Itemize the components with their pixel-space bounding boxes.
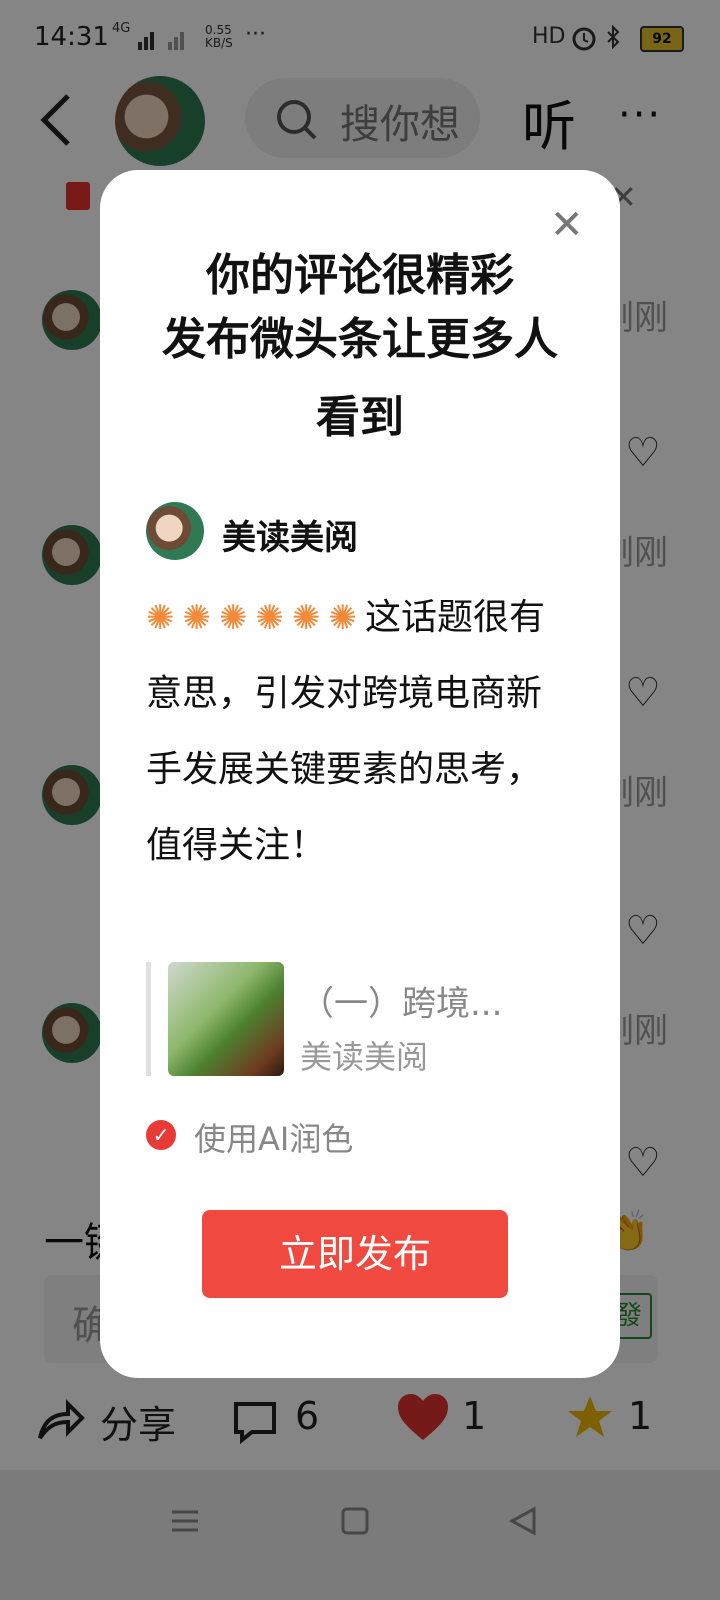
quote-bar	[146, 962, 151, 1076]
comment-preview: ✺ ✺ ✺ ✺ ✺ ✺ 这话题很有意思，引发对跨境电商新手发展关键要素的思考，值得关注！	[146, 580, 566, 884]
quoted-article-title: （一）跨境...	[300, 984, 503, 1024]
dialog-title: 你的评论很精彩 发布微头条让更多人 看到	[100, 244, 620, 450]
firework-icon: ✺	[255, 598, 285, 638]
publish-button[interactable]: 立即发布	[202, 1210, 508, 1298]
ai-polish-label[interactable]: 使用AI润色	[194, 1114, 353, 1160]
dialog-title-line2: 发布微头条让更多人	[162, 314, 558, 365]
firework-icon: ✺	[182, 598, 212, 638]
quoted-article-author: 美读美阅	[300, 1038, 429, 1076]
dialog-title-line3: 看到	[316, 392, 404, 443]
close-icon[interactable]: ✕	[550, 202, 584, 248]
avatar	[146, 502, 204, 560]
dialog-title-line1: 你的评论很精彩	[206, 250, 514, 301]
firework-icon: ✺	[219, 598, 248, 638]
publish-dialog: ✕ 你的评论很精彩 发布微头条让更多人 看到 美读美阅 ✺ ✺ ✺ ✺ ✺ ✺ 这话题很有意…	[100, 170, 620, 1378]
ai-polish-checkbox[interactable]: ✓	[146, 1120, 176, 1150]
article-thumbnail	[168, 962, 284, 1076]
author-name: 美读美阅	[222, 518, 358, 558]
firework-icon: ✺	[328, 598, 358, 638]
firework-icon: ✺	[146, 598, 175, 638]
firework-icon: ✺	[292, 598, 321, 638]
